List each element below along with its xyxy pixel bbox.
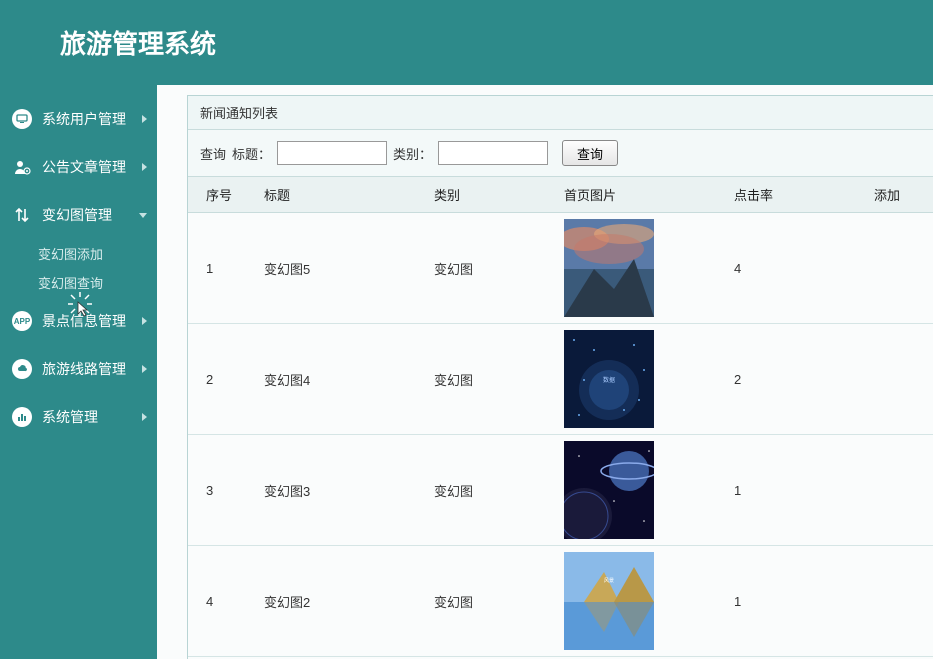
data-table: 序号 标题 类别 首页图片 点击率 添加 1变幻图5变幻图42变幻图4变幻图数据… — [188, 177, 933, 659]
cell-category: 变幻图 — [428, 213, 558, 324]
cloud-icon — [12, 359, 32, 379]
col-clicks: 点击率 — [728, 177, 868, 213]
cell-title: 变幻图5 — [258, 213, 428, 324]
filter-category-input[interactable] — [438, 141, 548, 165]
cell-image: 数据 — [558, 324, 728, 435]
thumbnail-image[interactable] — [564, 219, 654, 317]
sidebar-item-label: 变幻图管理 — [42, 205, 139, 225]
cell-image — [558, 435, 728, 546]
thumbnail-image[interactable]: 数据 — [564, 330, 654, 428]
table-row: 4变幻图2变幻图 风景 1 — [188, 546, 933, 657]
cell-add — [868, 546, 933, 657]
filter-title-input[interactable] — [277, 141, 387, 165]
sidebar-item-label: 景点信息管理 — [42, 311, 142, 331]
cell-category: 变幻图 — [428, 435, 558, 546]
chevron-right-icon — [142, 163, 147, 171]
filter-bar: 查询 标题： 类别： 查询 — [188, 130, 933, 177]
cell-add — [868, 324, 933, 435]
sidebar-subitems: 变幻图添加 变幻图查询 — [0, 239, 157, 297]
sidebar-item-article-mgmt[interactable]: 公告文章管理 — [0, 143, 157, 191]
sidebar-item-label: 系统用户管理 — [42, 109, 142, 129]
cell-title: 变幻图4 — [258, 324, 428, 435]
sidebar-subitem-query[interactable]: 变幻图查询 — [38, 268, 157, 297]
chevron-right-icon — [142, 115, 147, 123]
cell-seq: 1 — [188, 213, 258, 324]
cell-seq: 3 — [188, 435, 258, 546]
col-category: 类别 — [428, 177, 558, 213]
col-add: 添加 — [868, 177, 933, 213]
sidebar-subitem-add[interactable]: 变幻图添加 — [38, 239, 157, 268]
table-row: 1变幻图5变幻图 4 — [188, 213, 933, 324]
sidebar-item-label: 旅游线路管理 — [42, 359, 142, 379]
app-icon: APP — [12, 311, 32, 331]
app-header: 旅游管理系统 — [0, 0, 933, 85]
sidebar-item-spot-mgmt[interactable]: APP 景点信息管理 — [0, 297, 157, 345]
monitor-icon — [12, 109, 32, 129]
cell-seq: 2 — [188, 324, 258, 435]
cell-image: 风景 — [558, 546, 728, 657]
cell-seq: 4 — [188, 546, 258, 657]
sidebar: 系统用户管理 公告文章管理 变幻图管理 变幻图添加 变幻图查询 APP 景点 — [0, 85, 157, 659]
cell-clicks: 1 — [728, 435, 868, 546]
chevron-right-icon — [142, 317, 147, 325]
col-image: 首页图片 — [558, 177, 728, 213]
chevron-right-icon — [142, 365, 147, 373]
app-title: 旅游管理系统 — [60, 24, 216, 61]
cell-add — [868, 213, 933, 324]
query-button[interactable]: 查询 — [562, 140, 618, 166]
table-row: 2变幻图4变幻图数据2 — [188, 324, 933, 435]
cell-category: 变幻图 — [428, 324, 558, 435]
thumbnail-image[interactable] — [564, 441, 654, 539]
cell-add — [868, 435, 933, 546]
thumbnail-image[interactable]: 风景 — [564, 552, 654, 650]
panel-title: 新闻通知列表 — [188, 96, 933, 130]
cell-title: 变幻图2 — [258, 546, 428, 657]
col-seq: 序号 — [188, 177, 258, 213]
filter-label-query: 查询 — [200, 144, 226, 163]
sidebar-item-system-mgmt[interactable]: 系统管理 — [0, 393, 157, 441]
sidebar-item-route-mgmt[interactable]: 旅游线路管理 — [0, 345, 157, 393]
cell-clicks: 4 — [728, 213, 868, 324]
table-header-row: 序号 标题 类别 首页图片 点击率 添加 — [188, 177, 933, 213]
transform-icon — [12, 205, 32, 225]
main-panel: 新闻通知列表 查询 标题： 类别： 查询 序号 标题 类别 首页图片 点击率 — [187, 95, 933, 659]
cell-clicks: 1 — [728, 546, 868, 657]
sidebar-item-slideshow-mgmt[interactable]: 变幻图管理 — [0, 191, 157, 239]
cell-image — [558, 213, 728, 324]
table-row: 3变幻图3变幻图 1 — [188, 435, 933, 546]
filter-label-title: 标题： — [232, 144, 271, 163]
user-gear-icon — [12, 157, 32, 177]
svg-text:风景: 风景 — [604, 577, 614, 584]
svg-text:数据: 数据 — [603, 376, 615, 384]
sidebar-item-label: 公告文章管理 — [42, 157, 142, 177]
col-title: 标题 — [258, 177, 428, 213]
chevron-right-icon — [142, 413, 147, 421]
sidebar-item-user-mgmt[interactable]: 系统用户管理 — [0, 95, 157, 143]
chart-icon — [12, 407, 32, 427]
cell-clicks: 2 — [728, 324, 868, 435]
sidebar-item-label: 系统管理 — [42, 407, 142, 427]
chevron-down-icon — [139, 213, 147, 218]
filter-label-category: 类别： — [393, 144, 432, 163]
cell-category: 变幻图 — [428, 546, 558, 657]
cell-title: 变幻图3 — [258, 435, 428, 546]
